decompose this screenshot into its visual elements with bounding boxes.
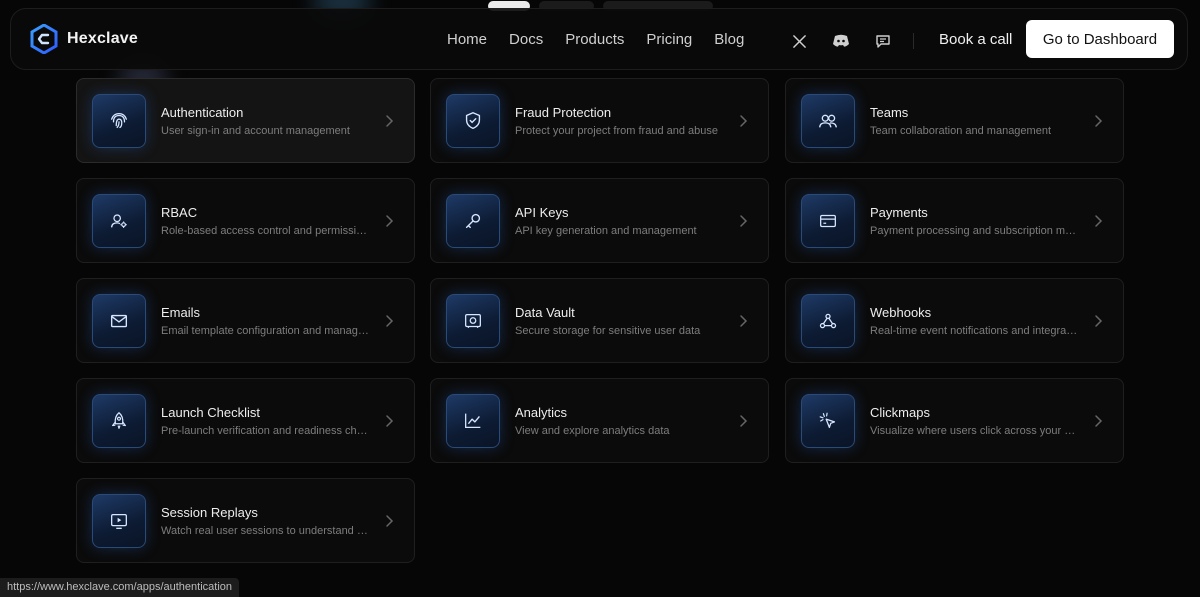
credit-card-icon xyxy=(801,194,855,248)
chevron-right-icon xyxy=(740,315,748,327)
app-card-analytics[interactable]: Analytics View and explore analytics data xyxy=(430,378,769,463)
nav-home[interactable]: Home xyxy=(447,29,487,51)
app-card-rbac[interactable]: RBAC Role-based access control and permis… xyxy=(76,178,415,263)
nav-blog[interactable]: Blog xyxy=(714,29,744,51)
key-icon xyxy=(446,194,500,248)
chevron-right-icon xyxy=(386,515,394,527)
app-card-title: Fraud Protection xyxy=(515,105,612,120)
chevron-right-icon xyxy=(386,315,394,327)
app-card-title: Analytics xyxy=(515,405,568,420)
app-card-description: View and explore analytics data xyxy=(515,425,670,437)
play-screen-icon xyxy=(92,494,146,548)
app-card-emails[interactable]: Emails Email template configuration and m… xyxy=(76,278,415,363)
chevron-right-icon xyxy=(1095,315,1103,327)
app-card-description: Real-time event notifications and integr… xyxy=(870,325,1080,337)
app-card-title: Clickmaps xyxy=(870,405,930,420)
brand-name: Hexclave xyxy=(67,30,138,47)
app-card-description: Protect your project from fraud and abus… xyxy=(515,125,718,137)
chevron-right-icon xyxy=(740,115,748,127)
app-card-title: API Keys xyxy=(515,205,569,220)
nav-docs[interactable]: Docs xyxy=(509,29,543,51)
user-cog-icon xyxy=(92,194,146,248)
mail-icon xyxy=(92,294,146,348)
discord-icon[interactable] xyxy=(831,31,851,51)
brand-logo-link[interactable]: Hexclave xyxy=(29,24,138,54)
app-card-title: RBAC xyxy=(161,205,198,220)
top-navbar: Hexclave Home Docs Products Pricing Blog… xyxy=(10,8,1188,70)
app-card-description: Team collaboration and management xyxy=(870,125,1052,137)
app-card-fraud-protection[interactable]: Fraud Protection Protect your project fro… xyxy=(430,78,769,163)
hexclave-logo-icon xyxy=(30,24,58,54)
rocket-icon xyxy=(92,394,146,448)
app-card-description: Payment processing and subscription mana… xyxy=(870,225,1080,237)
x-icon[interactable] xyxy=(789,31,809,51)
chat-icon[interactable] xyxy=(873,31,893,51)
cursor-click-icon xyxy=(801,394,855,448)
shield-check-icon xyxy=(446,94,500,148)
app-card-title: Authentication xyxy=(161,105,244,120)
chevron-right-icon xyxy=(386,115,394,127)
chevron-right-icon xyxy=(386,215,394,227)
webhook-icon xyxy=(801,294,855,348)
social-links xyxy=(789,31,893,51)
app-card-payments[interactable]: Payments Payment processing and subscript… xyxy=(785,178,1124,263)
app-card-description: Pre-launch verification and readiness ch… xyxy=(161,425,371,437)
book-call-link[interactable]: Book a call xyxy=(939,29,1012,51)
app-card-description: Email template configuration and managem… xyxy=(161,325,371,337)
app-card-description: Watch real user sessions to understand b… xyxy=(161,525,371,537)
app-card-title: Payments xyxy=(870,205,928,220)
app-card-title: Webhooks xyxy=(870,305,932,320)
chevron-right-icon xyxy=(1095,115,1103,127)
nav-divider xyxy=(913,33,914,49)
app-card-description: Role-based access control and permission… xyxy=(161,225,371,237)
status-bar-url: https://www.hexclave.com/apps/authentica… xyxy=(0,578,240,597)
chevron-right-icon xyxy=(740,415,748,427)
app-card-title: Launch Checklist xyxy=(161,405,260,420)
app-card-authentication[interactable]: Authentication User sign-in and account m… xyxy=(76,78,415,163)
app-card-description: Secure storage for sensitive user data xyxy=(515,325,701,337)
main-nav: Home Docs Products Pricing Blog xyxy=(447,29,766,51)
app-card-title: Session Replays xyxy=(161,505,258,520)
app-card-webhooks[interactable]: Webhooks Real-time event notifications an… xyxy=(785,278,1124,363)
chart-line-icon xyxy=(446,394,500,448)
go-to-dashboard-button[interactable]: Go to Dashboard xyxy=(1026,20,1174,58)
chevron-right-icon xyxy=(1095,415,1103,427)
app-card-clickmaps[interactable]: Clickmaps Visualize where users click acr… xyxy=(785,378,1124,463)
app-card-title: Emails xyxy=(161,305,201,320)
app-card-title: Data Vault xyxy=(515,305,575,320)
users-icon xyxy=(801,94,855,148)
app-card-data-vault[interactable]: Data Vault Secure storage for sensitive u… xyxy=(430,278,769,363)
app-card-launch-checklist[interactable]: Launch Checklist Pre-launch verification … xyxy=(76,378,415,463)
app-card-description: User sign-in and account management xyxy=(161,125,350,137)
app-card-teams[interactable]: Teams Team collaboration and management xyxy=(785,78,1124,163)
app-card-title: Teams xyxy=(870,105,909,120)
app-card-description: API key generation and management xyxy=(515,225,697,237)
chevron-right-icon xyxy=(740,215,748,227)
nav-products[interactable]: Products xyxy=(565,29,624,51)
app-card-session-replays[interactable]: Session Replays Watch real user sessions … xyxy=(76,478,415,563)
app-card-description: Visualize where users click across your … xyxy=(870,425,1080,437)
app-card-api-keys[interactable]: API Keys API key generation and managemen… xyxy=(430,178,769,263)
chevron-right-icon xyxy=(1095,215,1103,227)
chevron-right-icon xyxy=(386,415,394,427)
nav-pricing[interactable]: Pricing xyxy=(646,29,692,51)
vault-icon xyxy=(446,294,500,348)
fingerprint-icon xyxy=(92,94,146,148)
